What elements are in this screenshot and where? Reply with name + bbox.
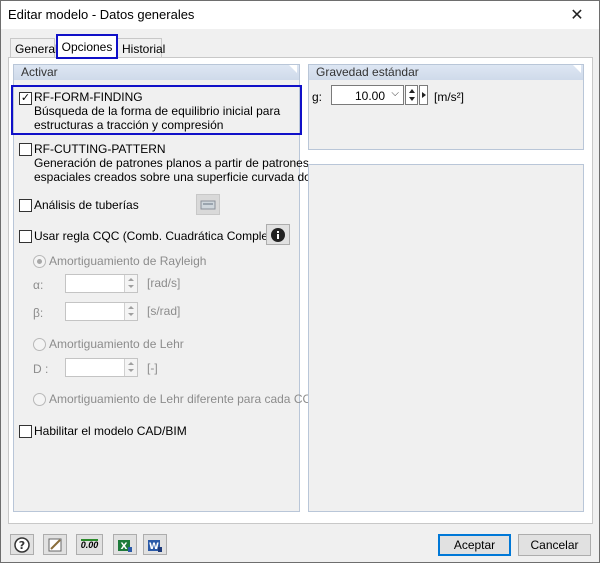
fold-corner-icon bbox=[573, 65, 581, 73]
edit-icon bbox=[48, 538, 62, 551]
g-value-field[interactable]: 10.00 ⌵ bbox=[331, 85, 404, 105]
lehr-cc-label: Amortiguamiento de Lehr diferente para c… bbox=[49, 392, 312, 406]
d-input[interactable] bbox=[65, 358, 138, 377]
d-spin-arrows[interactable] bbox=[124, 359, 137, 376]
tab-historial[interactable]: Historial bbox=[117, 38, 166, 58]
form-finding-desc-1: Búsqueda de la forma de equilibrio inici… bbox=[34, 104, 281, 118]
cancel-label: Cancelar bbox=[530, 538, 579, 552]
help-icon: ? bbox=[14, 536, 30, 553]
spin-down-icon bbox=[409, 97, 415, 101]
gravedad-header: Gravedad estándar bbox=[309, 65, 583, 80]
spin-down-icon bbox=[128, 285, 134, 288]
info-icon bbox=[271, 227, 285, 242]
rayleigh-radio[interactable] bbox=[33, 255, 46, 268]
gravedad-group: Gravedad estándar bbox=[308, 64, 584, 150]
chevron-right-icon bbox=[422, 92, 426, 98]
tuberias-checkbox[interactable] bbox=[19, 199, 32, 212]
info-button[interactable] bbox=[266, 224, 290, 245]
excel-export-icon: X bbox=[118, 539, 132, 552]
beta-input[interactable] bbox=[65, 302, 138, 321]
close-icon[interactable]: ✕ bbox=[555, 1, 599, 29]
cancel-button[interactable]: Cancelar bbox=[518, 534, 591, 556]
window-title: Editar modelo - Datos generales bbox=[8, 7, 195, 22]
tab-historial-label: Historial bbox=[122, 41, 166, 56]
cqc-label: Usar regla CQC (Comb. Cuadrática Complet… bbox=[34, 229, 283, 243]
beta-unit: [s/rad] bbox=[147, 304, 181, 318]
tuberias-label: Análisis de tuberías bbox=[34, 198, 139, 212]
tab-opciones[interactable]: Opciones bbox=[56, 34, 118, 59]
activar-header: Activar bbox=[14, 65, 299, 80]
g-unit: [m/s²] bbox=[434, 90, 464, 104]
excel-export-button[interactable]: X bbox=[113, 534, 137, 555]
svg-text:X: X bbox=[121, 542, 128, 552]
g-spin-arrows[interactable] bbox=[405, 85, 418, 105]
spin-down-icon bbox=[128, 369, 134, 372]
g-label: g: bbox=[312, 90, 323, 104]
g-value: 10.00 bbox=[354, 89, 385, 103]
g-step-button[interactable] bbox=[419, 85, 428, 105]
word-export-button[interactable]: W bbox=[143, 534, 167, 555]
cad-bim-label: Habilitar el modelo CAD/BIM bbox=[34, 424, 187, 438]
pipe-settings-icon bbox=[200, 200, 216, 209]
cutting-pattern-desc-1: Generación de patrones planos a partir d… bbox=[34, 156, 309, 170]
units-button[interactable]: 0.00 bbox=[76, 534, 103, 555]
lehr-radio[interactable] bbox=[33, 338, 46, 351]
chevron-down-icon[interactable]: ⌵ bbox=[391, 88, 399, 99]
cad-bim-checkbox[interactable] bbox=[19, 425, 32, 438]
spin-up-icon bbox=[128, 278, 134, 281]
checkmark-icon: ✓ bbox=[20, 92, 31, 104]
tab-general[interactable]: General bbox=[10, 38, 58, 58]
activar-header-label: Activar bbox=[21, 65, 58, 79]
alpha-input[interactable] bbox=[65, 274, 138, 293]
units-icon: 0.00 bbox=[80, 539, 99, 550]
rayleigh-label: Amortiguamiento de Rayleigh bbox=[49, 254, 207, 268]
word-export-icon: W bbox=[148, 539, 162, 552]
cutting-pattern-checkbox[interactable] bbox=[19, 143, 32, 156]
empty-panel bbox=[308, 164, 584, 512]
dialog-window: Editar modelo - Datos generales ✕ Genera… bbox=[0, 0, 600, 563]
spin-up-icon bbox=[409, 89, 415, 93]
alpha-spin-arrows[interactable] bbox=[124, 275, 137, 292]
d-label: D : bbox=[33, 362, 49, 376]
beta-spin-arrows[interactable] bbox=[124, 303, 137, 320]
fold-corner-icon bbox=[289, 65, 297, 73]
tab-opciones-label: Opciones bbox=[61, 39, 113, 54]
edit-button[interactable] bbox=[43, 534, 67, 555]
form-finding-desc-2: estructuras a tracción y compresión bbox=[34, 118, 224, 132]
beta-label: β: bbox=[33, 306, 44, 320]
cutting-pattern-label: RF-CUTTING-PATTERN bbox=[34, 142, 166, 156]
spin-down-icon bbox=[128, 313, 134, 316]
svg-text:?: ? bbox=[19, 539, 25, 552]
alpha-label: α: bbox=[33, 278, 44, 292]
spin-up-icon bbox=[128, 362, 134, 365]
accept-label: Aceptar bbox=[453, 538, 496, 552]
svg-text:W: W bbox=[149, 542, 159, 552]
title-bar: Editar modelo - Datos generales ✕ bbox=[1, 1, 599, 29]
tab-general-label: General bbox=[15, 41, 58, 56]
form-finding-label: RF-FORM-FINDING bbox=[34, 90, 143, 104]
alpha-unit: [rad/s] bbox=[147, 276, 181, 290]
accept-button[interactable]: Aceptar bbox=[438, 534, 511, 556]
spin-up-icon bbox=[128, 306, 134, 309]
cqc-checkbox[interactable] bbox=[19, 230, 32, 243]
pipe-settings-button[interactable] bbox=[196, 194, 220, 215]
lehr-cc-radio[interactable] bbox=[33, 393, 46, 406]
d-unit: [-] bbox=[147, 361, 158, 375]
lehr-label: Amortiguamiento de Lehr bbox=[49, 337, 184, 351]
cutting-pattern-desc-2: espaciales creados sobre una superficie … bbox=[34, 170, 327, 184]
form-finding-checkbox[interactable]: ✓ bbox=[19, 92, 32, 105]
help-button[interactable]: ? bbox=[10, 534, 34, 555]
gravedad-header-label: Gravedad estándar bbox=[316, 65, 419, 79]
